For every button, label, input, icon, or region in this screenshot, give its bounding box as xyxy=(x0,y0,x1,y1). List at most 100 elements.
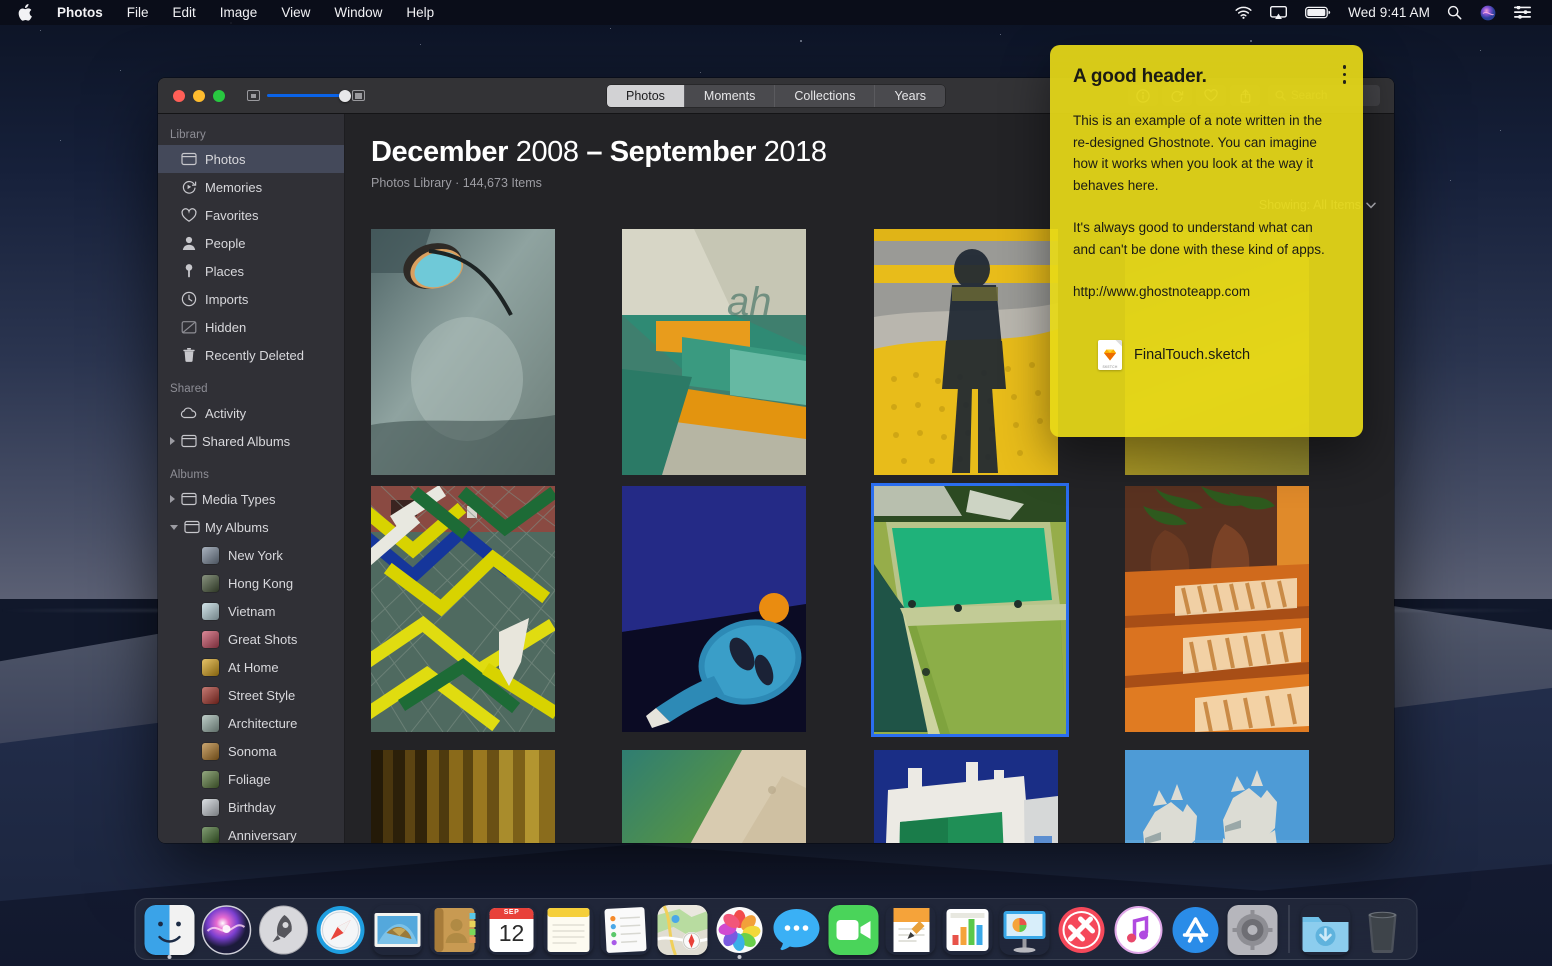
photos-icon[interactable] xyxy=(715,905,765,955)
dock-item-keynote[interactable] xyxy=(1000,905,1050,955)
tab-moments[interactable]: Moments xyxy=(685,84,776,107)
chevron-right-icon[interactable] xyxy=(170,437,175,445)
sidebar-album-vietnam[interactable]: Vietnam xyxy=(158,597,344,625)
dock-item-appstore[interactable] xyxy=(1171,905,1221,955)
siri-icon[interactable] xyxy=(201,905,252,955)
zoom-button[interactable] xyxy=(213,89,225,102)
menu-window[interactable]: Window xyxy=(322,0,394,25)
sidebar-item-my-albums[interactable]: My Albums xyxy=(158,513,344,541)
photo-cell[interactable] xyxy=(371,750,622,843)
downloads-folder-icon[interactable] xyxy=(1301,905,1351,955)
large-thumbnail-icon[interactable] xyxy=(352,90,365,101)
maps-icon[interactable] xyxy=(657,905,708,955)
photo-green-orange-fabric[interactable]: ah xyxy=(622,229,807,475)
photo-ping-pong-paddle[interactable] xyxy=(622,486,807,732)
photo-cell[interactable] xyxy=(371,486,622,732)
close-button[interactable] xyxy=(173,89,185,102)
pages-icon[interactable] xyxy=(886,905,936,955)
minimize-button[interactable] xyxy=(193,89,205,102)
photo-cell[interactable] xyxy=(371,229,622,475)
thumbnail-size-slider[interactable] xyxy=(247,89,365,102)
control-center-icon[interactable] xyxy=(1505,0,1540,25)
menu-image[interactable]: Image xyxy=(208,0,270,25)
sidebar-album-at-home[interactable]: At Home xyxy=(158,653,344,681)
zoom-slider-knob[interactable] xyxy=(339,89,351,102)
appstore-icon[interactable] xyxy=(1171,905,1221,955)
menu-view[interactable]: View xyxy=(269,0,322,25)
sidebar-item-people[interactable]: People xyxy=(158,229,344,257)
news-icon[interactable] xyxy=(1057,905,1107,955)
tab-years[interactable]: Years xyxy=(875,85,945,107)
dock-item-numbers[interactable] xyxy=(943,905,993,955)
system-preferences-icon[interactable] xyxy=(1227,905,1278,955)
dock-item-downloads[interactable] xyxy=(1301,905,1351,955)
menu-photos[interactable]: Photos xyxy=(45,0,115,25)
dock-item-system-preferences[interactable] xyxy=(1227,905,1278,955)
note-attachment[interactable]: SKETCH FinalTouch.sketch xyxy=(1050,324,1363,370)
dock-item-facetime[interactable] xyxy=(828,905,879,955)
tab-photos[interactable]: Photos xyxy=(607,84,685,107)
siri-icon[interactable] xyxy=(1471,0,1505,25)
menu-bar-clock[interactable]: Wed 9:41 AM xyxy=(1340,5,1438,20)
photo-woven-fence-zigzag[interactable] xyxy=(371,486,555,732)
sidebar-item-activity[interactable]: Activity xyxy=(158,399,344,427)
sidebar-album-new-york[interactable]: New York xyxy=(158,541,344,569)
messages-icon[interactable] xyxy=(772,905,822,955)
sidebar-item-favorites[interactable]: Favorites xyxy=(158,201,344,229)
photo-orange-steps-plant[interactable] xyxy=(1124,486,1309,732)
photo-cell[interactable] xyxy=(622,750,873,843)
dock-item-mail[interactable] xyxy=(373,905,423,955)
sidebar-item-media-types[interactable]: Media Types xyxy=(158,485,344,513)
small-thumbnail-icon[interactable] xyxy=(247,90,260,101)
photo-cell[interactable] xyxy=(622,486,873,732)
mail-icon[interactable] xyxy=(373,905,423,955)
note-link[interactable]: http://www.ghostnoteapp.com xyxy=(1073,281,1333,303)
more-options-icon[interactable] xyxy=(1342,65,1346,84)
photo-cell[interactable] xyxy=(1124,750,1376,843)
launchpad-icon[interactable] xyxy=(259,905,309,955)
reminders-icon[interactable] xyxy=(601,905,651,955)
chevron-down-icon[interactable] xyxy=(170,524,178,530)
sidebar-album-foliage[interactable]: Foliage xyxy=(158,765,344,793)
note-header[interactable]: A good header. xyxy=(1050,45,1363,88)
dock-item-photos[interactable] xyxy=(715,905,765,959)
facetime-icon[interactable] xyxy=(828,905,879,955)
sidebar-item-hidden[interactable]: Hidden xyxy=(158,313,344,341)
sidebar-item-imports[interactable]: Imports xyxy=(158,285,344,313)
sidebar[interactable]: Library Photos Memories Favorites People… xyxy=(158,114,345,843)
search-icon[interactable] xyxy=(1438,0,1471,25)
safari-icon[interactable] xyxy=(316,905,366,955)
photo-aerial-green-pool[interactable] xyxy=(870,483,1069,737)
photo-cell[interactable] xyxy=(1124,486,1376,732)
photo-cell[interactable] xyxy=(870,483,1125,737)
sidebar-item-shared-albums[interactable]: Shared Albums xyxy=(158,427,344,455)
photo-lamp-curtains[interactable] xyxy=(371,750,555,843)
photo-teal-car-mirror[interactable] xyxy=(371,229,555,475)
numbers-icon[interactable] xyxy=(943,905,993,955)
dock-item-itunes[interactable] xyxy=(1114,905,1164,955)
view-mode-segmented-control[interactable]: Photos Moments Collections Years xyxy=(607,84,945,107)
photo-white-green-building[interactable] xyxy=(873,750,1058,843)
chevron-right-icon[interactable] xyxy=(170,495,175,503)
menu-file[interactable]: File xyxy=(115,0,161,25)
sidebar-item-places[interactable]: Places xyxy=(158,257,344,285)
airplay-icon[interactable] xyxy=(1261,0,1296,25)
sidebar-album-sonoma[interactable]: Sonoma xyxy=(158,737,344,765)
sidebar-album-architecture[interactable]: Architecture xyxy=(158,709,344,737)
contacts-icon[interactable] xyxy=(430,905,480,955)
dock-item-notes[interactable] xyxy=(544,905,594,955)
keynote-icon[interactable] xyxy=(1000,905,1050,955)
dock-item-trash[interactable] xyxy=(1358,905,1408,955)
sidebar-album-great-shots[interactable]: Great Shots xyxy=(158,625,344,653)
sidebar-item-recently-deleted[interactable]: Recently Deleted xyxy=(158,341,344,369)
dock-item-safari[interactable] xyxy=(316,905,366,955)
tab-collections[interactable]: Collections xyxy=(775,84,876,107)
ghostnote-note-window[interactable]: A good header. This is an example of a n… xyxy=(1050,45,1363,437)
sidebar-album-hong-kong[interactable]: Hong Kong xyxy=(158,569,344,597)
photo-cell[interactable] xyxy=(873,750,1125,843)
photo-green-sand-diagonal[interactable] xyxy=(622,750,807,843)
dock-item-siri[interactable] xyxy=(201,905,252,955)
dock-item-contacts[interactable] xyxy=(430,905,480,955)
photo-cell[interactable]: ah xyxy=(622,229,873,475)
note-body[interactable]: This is an example of a note written in … xyxy=(1050,88,1363,303)
